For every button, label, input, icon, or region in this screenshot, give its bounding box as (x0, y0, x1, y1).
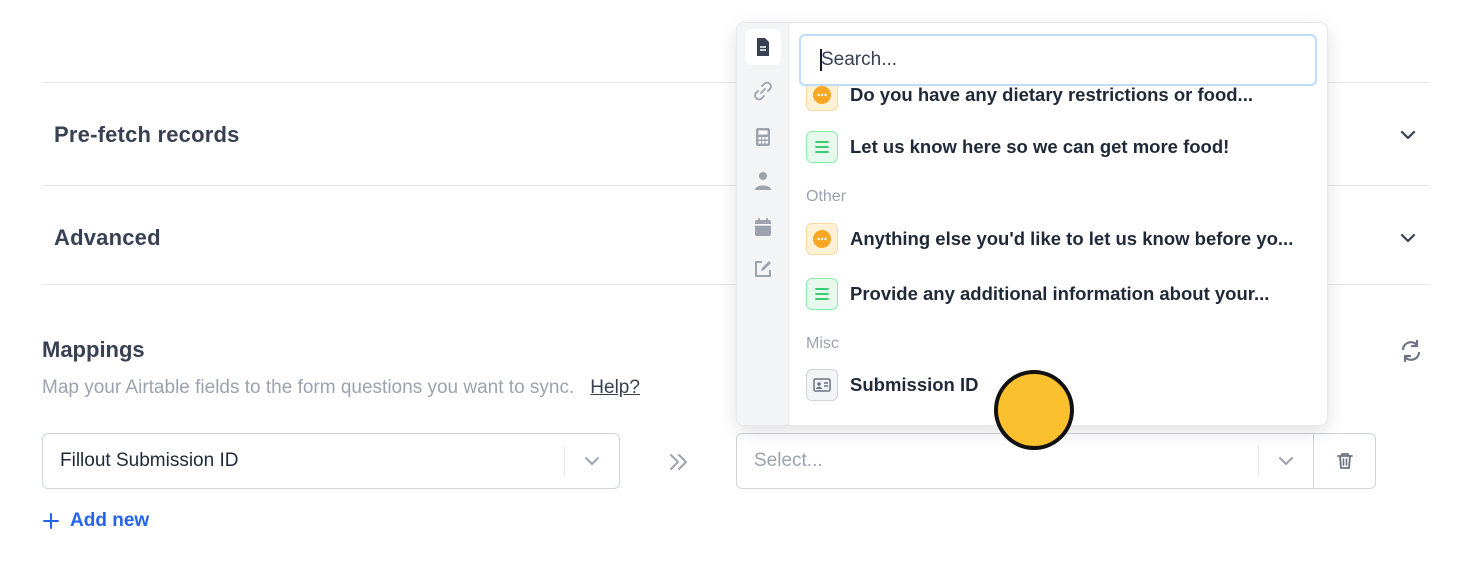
chevron-down-icon[interactable] (1398, 125, 1418, 145)
mappings-subtitle: Map your Airtable fields to the form que… (42, 377, 640, 399)
airtable-field-select[interactable]: Fillout Submission ID (42, 433, 620, 489)
document-icon[interactable] (745, 29, 781, 65)
link-icon[interactable] (745, 73, 781, 109)
multiple-choice-icon (806, 223, 838, 255)
option-label: Anything else you'd like to let us know … (850, 228, 1294, 249)
help-link[interactable]: Help? (590, 377, 640, 398)
option-label: Submission ID (850, 374, 979, 395)
refresh-icon[interactable] (1398, 338, 1424, 364)
airtable-field-value: Fillout Submission ID (60, 450, 239, 471)
chevron-down-icon[interactable] (1398, 228, 1418, 248)
add-new-button[interactable]: Add new (42, 510, 149, 532)
section-title: Pre-fetch records (54, 122, 240, 147)
option-label: Provide any additional information about… (850, 283, 1270, 304)
option-anything-else[interactable]: Anything else you'd like to let us know … (806, 221, 1317, 257)
search-input[interactable] (799, 34, 1317, 86)
plus-icon (43, 513, 59, 529)
group-label-misc: Misc (806, 335, 839, 352)
double-chevron-right-icon (666, 450, 692, 474)
options-list: Do you have any dietary restrictions or … (789, 23, 1327, 425)
text-cursor (820, 49, 822, 71)
section-title: Advanced (54, 225, 161, 250)
edit-icon[interactable] (745, 251, 781, 287)
chevron-down-icon[interactable] (1259, 434, 1313, 488)
long-text-icon (806, 131, 838, 163)
question-picker-popover: Do you have any dietary restrictions or … (736, 22, 1328, 426)
add-new-label: Add new (70, 510, 150, 531)
calculator-icon[interactable] (745, 119, 781, 155)
option-more-food[interactable]: Let us know here so we can get more food… (806, 129, 1317, 165)
person-icon[interactable] (745, 163, 781, 199)
group-label-other: Other (806, 188, 847, 205)
field-type-rail (737, 23, 789, 425)
option-label: Let us know here so we can get more food… (850, 136, 1230, 157)
id-card-icon (806, 369, 838, 401)
mappings-title: Mappings (42, 337, 145, 362)
form-question-placeholder: Select... (754, 450, 823, 471)
chevron-down-icon[interactable] (565, 434, 619, 488)
delete-mapping-button[interactable] (1313, 434, 1375, 488)
mouse-cursor-indicator (994, 370, 1074, 450)
option-label: Do you have any dietary restrictions or … (850, 84, 1253, 105)
mappings-description: Map your Airtable fields to the form que… (42, 377, 575, 398)
long-text-icon (806, 278, 838, 310)
calendar-icon[interactable] (745, 209, 781, 245)
option-additional-information[interactable]: Provide any additional information about… (806, 276, 1317, 312)
trash-icon (1336, 453, 1353, 469)
